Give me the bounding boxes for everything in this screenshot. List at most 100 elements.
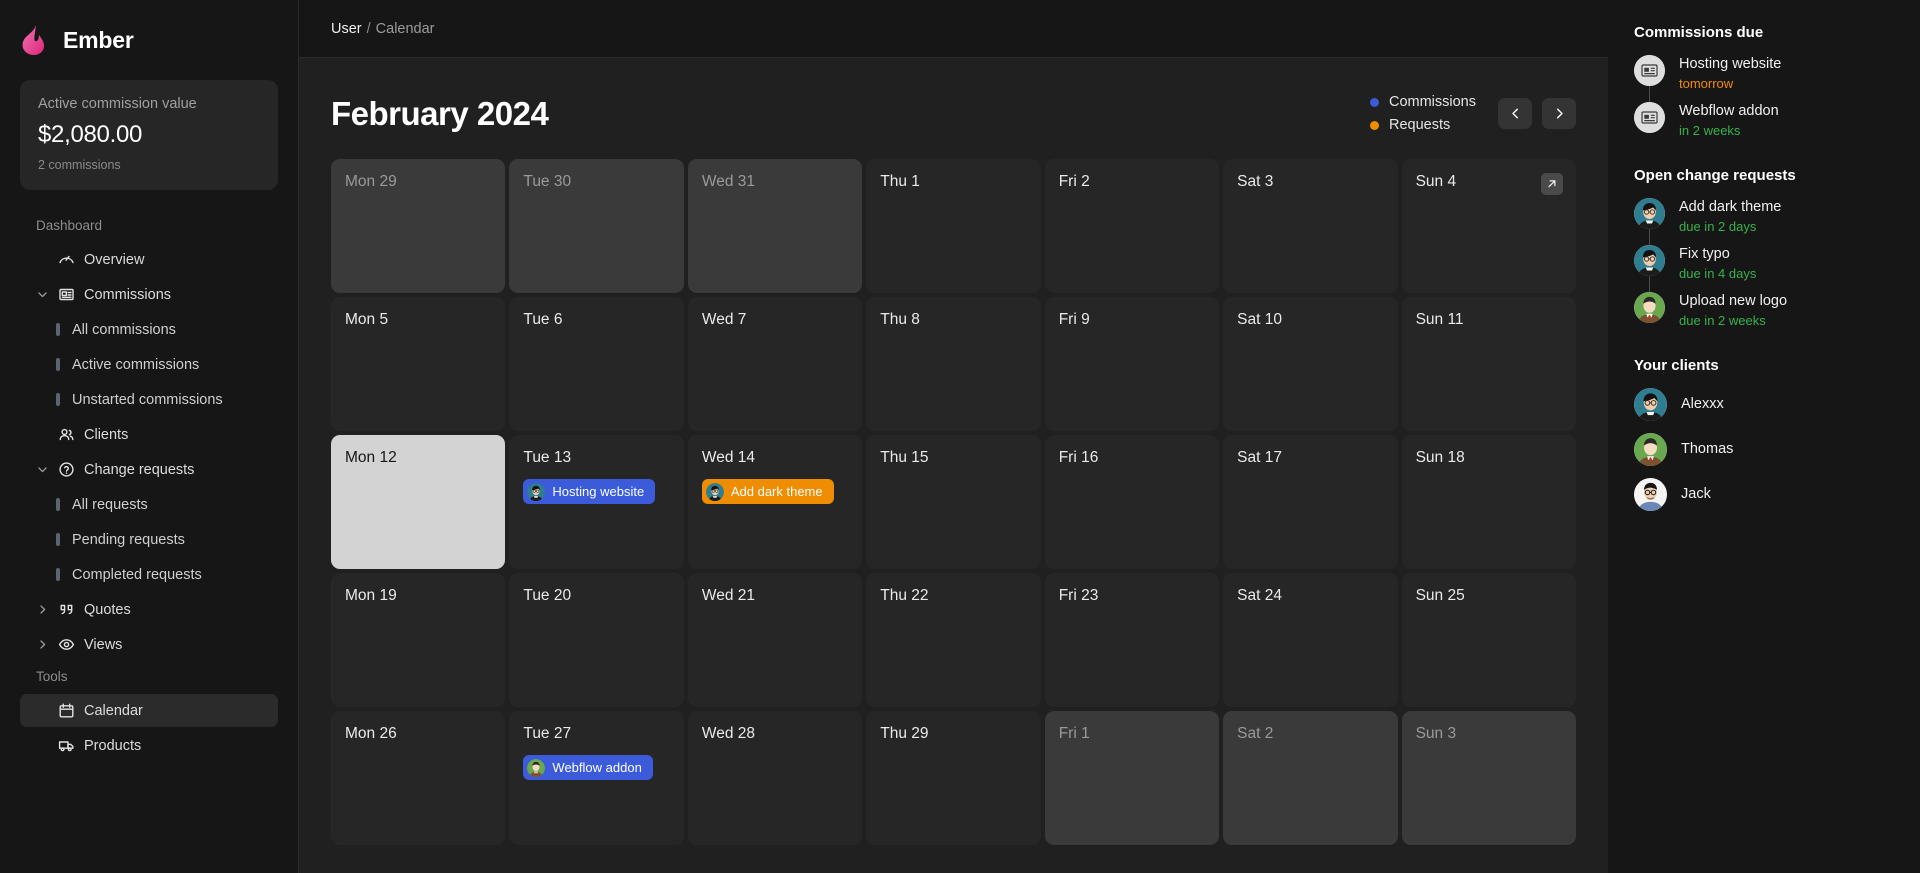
rail-list-item[interactable]: Hosting website tomorrow (1634, 55, 1894, 104)
client-list-item[interactable]: Thomas (1634, 432, 1894, 478)
your-clients-section: Your clients Alexxx Thomas Jack (1634, 357, 1894, 523)
rail-list-item[interactable]: Add dark theme due in 2 days (1634, 197, 1894, 247)
calendar-day-cell[interactable]: Mon 29 (331, 159, 506, 293)
calendar-day-cell[interactable]: Wed 7 (687, 297, 863, 431)
day-label: Wed 31 (701, 173, 755, 190)
client-list-item[interactable]: Jack (1634, 477, 1894, 523)
calendar-day-cell[interactable]: Sun 25 (1401, 573, 1576, 707)
calendar-day-cell[interactable]: Sun 4 (1401, 159, 1576, 293)
avatar-thomas (1634, 432, 1667, 466)
page-title: February 2024 (331, 94, 549, 132)
calendar-day-cell[interactable]: Sun 11 (1401, 297, 1576, 431)
calendar-day-cell[interactable]: Mon 12 (331, 435, 506, 569)
calendar-day-cell[interactable]: Sat 3 (1223, 159, 1398, 293)
breadcrumb-user[interactable]: User (331, 21, 362, 37)
event-pill[interactable]: Webflow addon (523, 755, 653, 780)
sidebar-item-label: Completed requests (72, 566, 202, 583)
calendar-day-cell[interactable]: Fri 23 (1044, 573, 1220, 707)
avatar-thomas (1634, 432, 1667, 466)
calendar-day-cell[interactable]: Thu 15 (866, 435, 1041, 569)
caret[interactable] (36, 463, 49, 476)
client-list-item[interactable]: Alexxx (1634, 387, 1894, 433)
calendar-day-cell[interactable]: Fri 1 (1044, 711, 1220, 845)
legend-item[interactable]: Requests (1369, 117, 1476, 133)
sidebar-item-clients[interactable]: Clients (20, 418, 278, 451)
bullet-icon (56, 358, 60, 371)
invoice-icon (59, 288, 74, 301)
day-label: Thu 1 (880, 173, 920, 190)
day-label: Mon 19 (345, 587, 397, 604)
bullet-icon (56, 568, 60, 581)
sidebar-item-all-requests[interactable]: All requests (20, 488, 278, 521)
sidebar-item-change-requests[interactable]: Change requests (20, 453, 278, 486)
day-label: Thu 29 (880, 725, 929, 742)
calendar-day-cell[interactable]: Wed 21 (687, 573, 863, 707)
sidebar-item-all-commissions[interactable]: All commissions (20, 313, 278, 346)
day-label: Sat 17 (1237, 449, 1282, 466)
sidebar-item-active-commissions[interactable]: Active commissions (20, 348, 278, 381)
caret[interactable] (36, 603, 49, 616)
rail-item-text: Add dark theme due in 2 days (1679, 198, 1781, 235)
caret[interactable] (36, 638, 49, 651)
sidebar-item-label: Unstarted commissions (72, 391, 223, 408)
sidebar-item-quotes[interactable]: Quotes (20, 593, 278, 626)
stat-sub: 2 commissions (38, 158, 121, 172)
caret[interactable] (36, 288, 49, 301)
sidebar-item-views[interactable]: Views (20, 628, 278, 661)
calendar-day-cell[interactable]: Mon 5 (331, 297, 506, 431)
day-label: Tue 6 (523, 311, 563, 328)
calendar-day-cell[interactable]: Tue 30 (509, 159, 684, 293)
sidebar-item-overview[interactable]: Overview (20, 243, 278, 276)
legend-item[interactable]: Commissions (1369, 94, 1476, 110)
prev-month-button[interactable] (1498, 98, 1532, 129)
calendar-day-cell[interactable]: Tue 6 (509, 297, 684, 431)
calendar-day-cell[interactable]: Thu 29 (866, 711, 1041, 845)
event-pill[interactable]: Hosting website (523, 479, 656, 504)
calendar-day-cell[interactable]: Sun 3 (1401, 711, 1576, 845)
rail-list-item[interactable]: Webflow addon in 2 weeks (1634, 101, 1894, 139)
calendar-day-cell[interactable]: Sat 24 (1223, 573, 1398, 707)
calendar-day-cell[interactable]: Sun 18 (1401, 435, 1576, 569)
calendar-header: February 2024 Commissions Requests (331, 58, 1576, 159)
breadcrumb-calendar[interactable]: Calendar (376, 21, 435, 37)
day-label: Sat 3 (1237, 173, 1274, 190)
calendar-day-cell[interactable]: Sat 2 (1223, 711, 1398, 845)
calendar-day-cell[interactable]: Fri 16 (1044, 435, 1220, 569)
calendar-day-cell[interactable]: Thu 22 (866, 573, 1041, 707)
brand[interactable]: Ember (0, 0, 298, 62)
rail-list-item[interactable]: Upload new logo due in 2 weeks (1634, 291, 1894, 329)
legend-dot-icon (1369, 97, 1379, 107)
calendar-day-cell[interactable]: Mon 26 (331, 711, 506, 845)
sidebar-item-products[interactable]: Products (20, 729, 278, 762)
invoice-icon (58, 286, 75, 303)
calendar-day-cell[interactable]: Tue 13 Hosting website (509, 435, 684, 569)
calendar-day-cell[interactable]: Tue 27 Webflow addon (509, 711, 684, 845)
sidebar-item-pending-requests[interactable]: Pending requests (20, 523, 278, 556)
rail-list-item[interactable]: Fix typo due in 4 days (1634, 244, 1894, 294)
rail-item-name: Thomas (1681, 441, 1734, 458)
calendar-day-cell[interactable]: Mon 19 (331, 573, 506, 707)
sidebar-item-commissions[interactable]: Commissions (20, 278, 278, 311)
invoice-icon (1634, 55, 1665, 86)
calendar-day-cell[interactable]: Sat 17 (1223, 435, 1398, 569)
sidebar-item-unstarted-commissions[interactable]: Unstarted commissions (20, 383, 278, 416)
day-label: Thu 22 (880, 587, 929, 604)
calendar-day-cell[interactable]: Fri 9 (1044, 297, 1220, 431)
calendar-day-cell[interactable]: Thu 1 (866, 159, 1041, 293)
expand-button[interactable] (1541, 173, 1563, 195)
bullet-icon (56, 393, 60, 406)
day-events: Webflow addon (523, 755, 670, 780)
calendar-day-cell[interactable]: Tue 20 (509, 573, 684, 707)
event-pill[interactable]: Add dark theme (701, 479, 834, 504)
calendar-day-cell[interactable]: Thu 8 (866, 297, 1041, 431)
calendar-day-cell[interactable]: Wed 28 (687, 711, 863, 845)
sidebar-item-calendar[interactable]: Calendar (20, 694, 278, 727)
calendar-day-cell[interactable]: Wed 31 (687, 159, 863, 293)
calendar-day-cell[interactable]: Sat 10 (1223, 297, 1398, 431)
calendar-day-cell[interactable]: Fri 2 (1044, 159, 1220, 293)
next-month-button[interactable] (1542, 98, 1576, 129)
calendar-day-cell[interactable]: Wed 14 Add dark theme (687, 435, 863, 569)
sidebar-item-completed-requests[interactable]: Completed requests (20, 558, 278, 591)
brand-name: Ember (63, 26, 134, 53)
day-label: Fri 16 (1058, 449, 1099, 466)
